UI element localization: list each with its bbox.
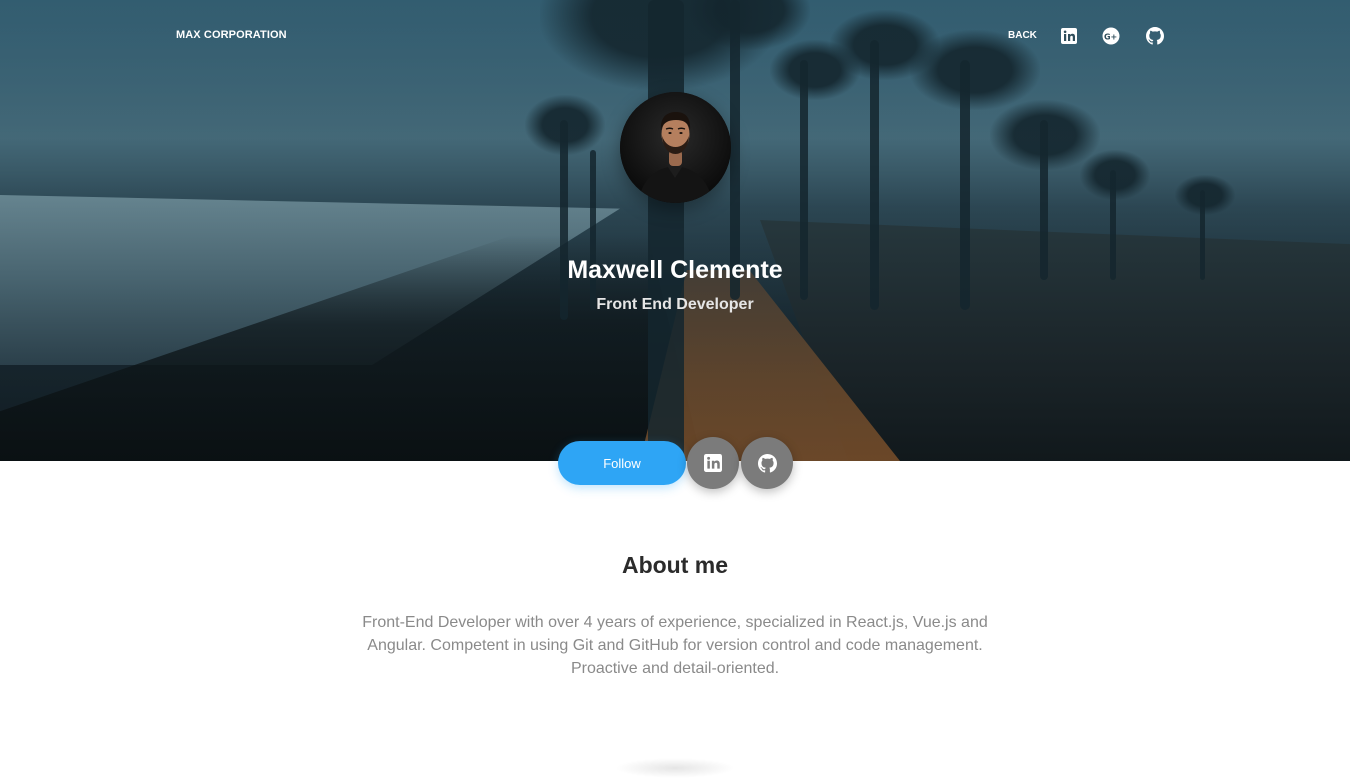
linkedin-icon[interactable]: [1060, 27, 1078, 45]
bottom-shadow: [615, 758, 735, 778]
hero-banner: [0, 0, 1350, 461]
follow-button[interactable]: Follow: [558, 441, 686, 485]
palm-crown: [525, 95, 605, 155]
avatar: [620, 92, 731, 203]
back-link[interactable]: BACK: [1008, 30, 1037, 41]
palm-crown: [1175, 175, 1235, 215]
profile-role: Front End Developer: [596, 296, 754, 313]
palm-trunk: [590, 150, 596, 310]
github-button[interactable]: [741, 437, 793, 489]
palm-crown: [1080, 150, 1150, 200]
brand-logo[interactable]: MAX CORPORATION: [176, 29, 287, 41]
google-plus-icon[interactable]: G+: [1102, 27, 1120, 45]
github-icon: [757, 453, 777, 473]
palm-crown: [910, 30, 1040, 110]
svg-text:G+: G+: [1104, 32, 1117, 41]
about-title: About me: [621, 552, 729, 578]
linkedin-icon: [704, 454, 722, 472]
about-text: Front-End Developer with over 4 years of…: [362, 614, 988, 677]
profile-name: Maxwell Clemente: [567, 256, 783, 284]
linkedin-button[interactable]: [687, 437, 739, 489]
github-icon[interactable]: [1146, 27, 1164, 45]
